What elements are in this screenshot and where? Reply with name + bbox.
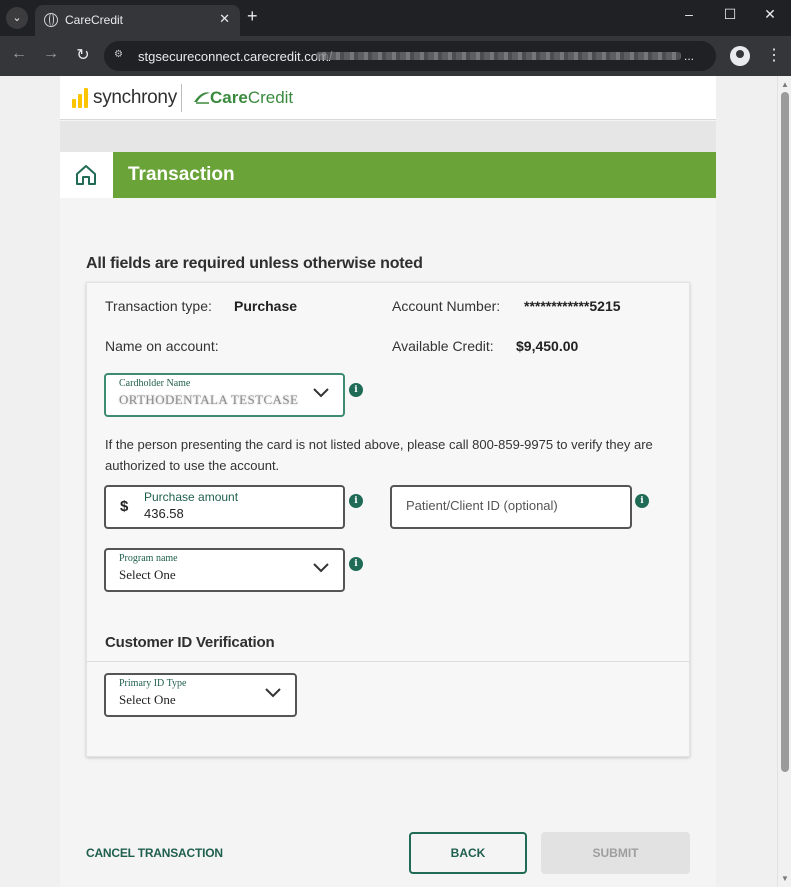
site-info-icon[interactable]: ⚙ (114, 49, 128, 63)
section-divider (87, 661, 689, 662)
cardholder-name-label: Cardholder Name (119, 378, 191, 389)
purchase-amount-info-icon[interactable]: i (349, 494, 363, 508)
page-scrollbar[interactable]: ▲ ▼ (777, 76, 791, 887)
account-number-label: Account Number: (392, 298, 501, 314)
customer-id-section-title: Customer ID Verification (105, 634, 275, 651)
purchase-amount-label: Purchase amount (144, 490, 239, 504)
purchase-amount-value: 436.58 (144, 506, 184, 521)
purchase-amount-field[interactable]: $ Purchase amount 436.58 (104, 485, 345, 529)
transaction-header: Transaction (60, 152, 716, 198)
maximize-icon[interactable]: ☐ (715, 6, 745, 23)
program-name-info-icon[interactable]: i (349, 557, 363, 571)
required-fields-note: All fields are required unless otherwise… (86, 255, 423, 272)
page-title: Transaction (128, 164, 235, 185)
browser-menu-icon[interactable]: ⋮ (766, 45, 782, 65)
profile-avatar-icon[interactable] (730, 46, 750, 66)
cancel-transaction-link[interactable]: CANCEL TRANSACTION (86, 846, 223, 860)
available-credit-value: $9,450.00 (516, 338, 579, 354)
page-container: synchrony CareCredit Transaction All fie… (60, 76, 716, 887)
back-arrow-icon[interactable]: ← (8, 45, 30, 63)
tab-title: CareCredit (65, 13, 124, 27)
globe-icon (44, 13, 58, 27)
home-icon (76, 165, 96, 185)
scroll-thumb[interactable] (781, 92, 789, 772)
transaction-type-label: Transaction type: (105, 298, 212, 314)
close-tab-icon[interactable]: ✕ (219, 11, 230, 27)
synchrony-logo-text: synchrony (93, 87, 177, 108)
program-name-value: Select One (119, 567, 176, 582)
patient-id-placeholder: Patient/Client ID (optional) (406, 498, 558, 513)
tab-search-icon[interactable]: ⌄ (6, 7, 28, 29)
carecredit-swoosh-icon (194, 92, 210, 104)
cardholder-name-value: ORTHODENTALA TESTCASE (119, 392, 299, 407)
primary-id-type-value: Select One (119, 692, 176, 707)
chevron-down-icon (313, 563, 329, 573)
browser-toolbar: ← → ↻ ⚙ stgsecureconnect.carecredit.com/… (0, 36, 791, 76)
chevron-down-icon (313, 388, 329, 398)
url-ellipsis: ... (684, 49, 695, 63)
patient-id-info-icon[interactable]: i (635, 494, 649, 508)
url-text: stgsecureconnect.carecredit.com/ (138, 49, 333, 64)
page-viewport: synchrony CareCredit Transaction All fie… (0, 76, 777, 887)
primary-id-type-label: Primary ID Type (119, 678, 187, 689)
new-tab-icon[interactable]: + (247, 6, 258, 27)
submit-button[interactable]: SUBMIT (541, 832, 690, 874)
close-window-icon[interactable]: ✕ (755, 6, 785, 23)
address-bar[interactable]: ⚙ stgsecureconnect.carecredit.com/ ... ☆ (104, 41, 791, 71)
name-on-account-label: Name on account: (105, 338, 219, 354)
brand-divider (181, 84, 182, 112)
scroll-up-icon[interactable]: ▲ (781, 80, 789, 89)
reload-icon[interactable]: ↻ (72, 45, 94, 65)
brand-bar: synchrony CareCredit (60, 76, 716, 120)
minimize-icon[interactable]: – (674, 6, 704, 22)
home-button[interactable] (60, 152, 113, 198)
back-button[interactable]: BACK (409, 832, 527, 874)
scroll-down-icon[interactable]: ▼ (781, 874, 789, 883)
program-name-select[interactable]: Program name Select One (104, 548, 345, 592)
available-credit-label: Available Credit: (392, 338, 494, 354)
page-gutter-left (0, 76, 60, 887)
cardholder-info-icon[interactable]: i (349, 383, 363, 397)
page-gutter-right (716, 76, 777, 887)
cardholder-name-select[interactable]: Cardholder Name ORTHODENTALA TESTCASE (104, 373, 345, 417)
patient-id-input[interactable]: Patient/Client ID (optional) (390, 485, 632, 529)
sub-header-bar (60, 121, 716, 152)
primary-id-type-select[interactable]: Primary ID Type Select One (104, 673, 297, 717)
carecredit-logo-text: CareCredit (210, 88, 294, 107)
browser-tab-bar: ⌄ CareCredit ✕ + – ☐ ✕ (0, 0, 791, 36)
synchrony-logo-icon (72, 88, 90, 108)
program-name-label: Program name (119, 553, 178, 564)
forward-arrow-icon[interactable]: → (40, 45, 62, 63)
verify-authorization-note: If the person presenting the card is not… (105, 437, 653, 473)
transaction-form-card: Transaction type: Purchase Account Numbe… (86, 282, 690, 757)
account-number-value: ************5215 (524, 298, 621, 314)
transaction-type-value: Purchase (234, 298, 298, 314)
chevron-down-icon (265, 688, 281, 698)
browser-tab[interactable]: CareCredit ✕ (35, 5, 240, 36)
currency-symbol: $ (120, 498, 129, 515)
url-redacted (316, 52, 681, 60)
